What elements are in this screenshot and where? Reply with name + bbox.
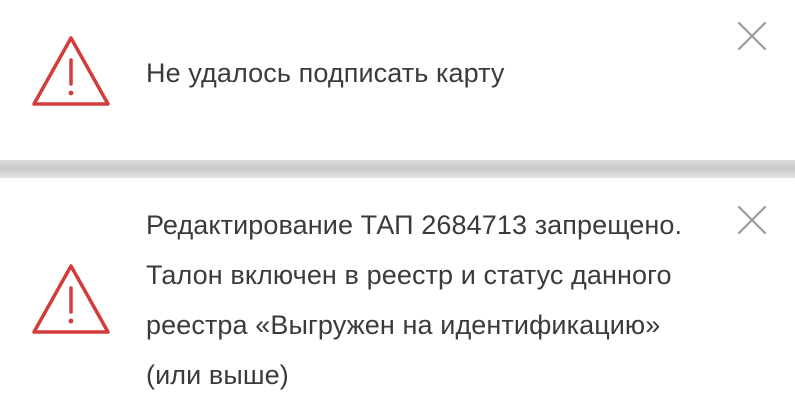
close-icon[interactable] [736, 20, 768, 52]
notification-message: Редактирование ТАП 2684713 запрещено. Та… [146, 210, 683, 390]
warning-triangle-icon [32, 264, 110, 334]
notification-toast: Не удалось подписать карту [0, 0, 795, 160]
notification-message: Не удалось подписать карту [146, 58, 505, 88]
warning-triangle-icon [32, 36, 110, 106]
toast-divider [0, 160, 795, 178]
notification-toast: Редактирование ТАП 2684713 запрещено. Та… [0, 178, 795, 394]
notifications-area: Не удалось подписать карту Редактировани… [0, 0, 795, 394]
close-icon[interactable] [736, 204, 768, 236]
